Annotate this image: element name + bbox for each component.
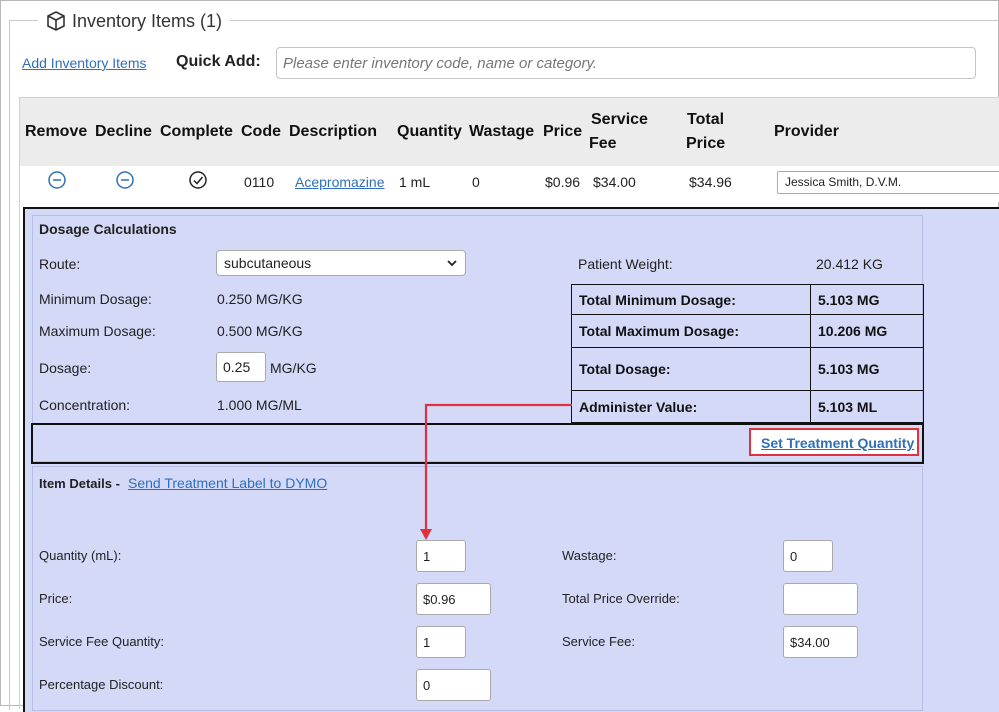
annotation-arrow <box>420 403 572 540</box>
